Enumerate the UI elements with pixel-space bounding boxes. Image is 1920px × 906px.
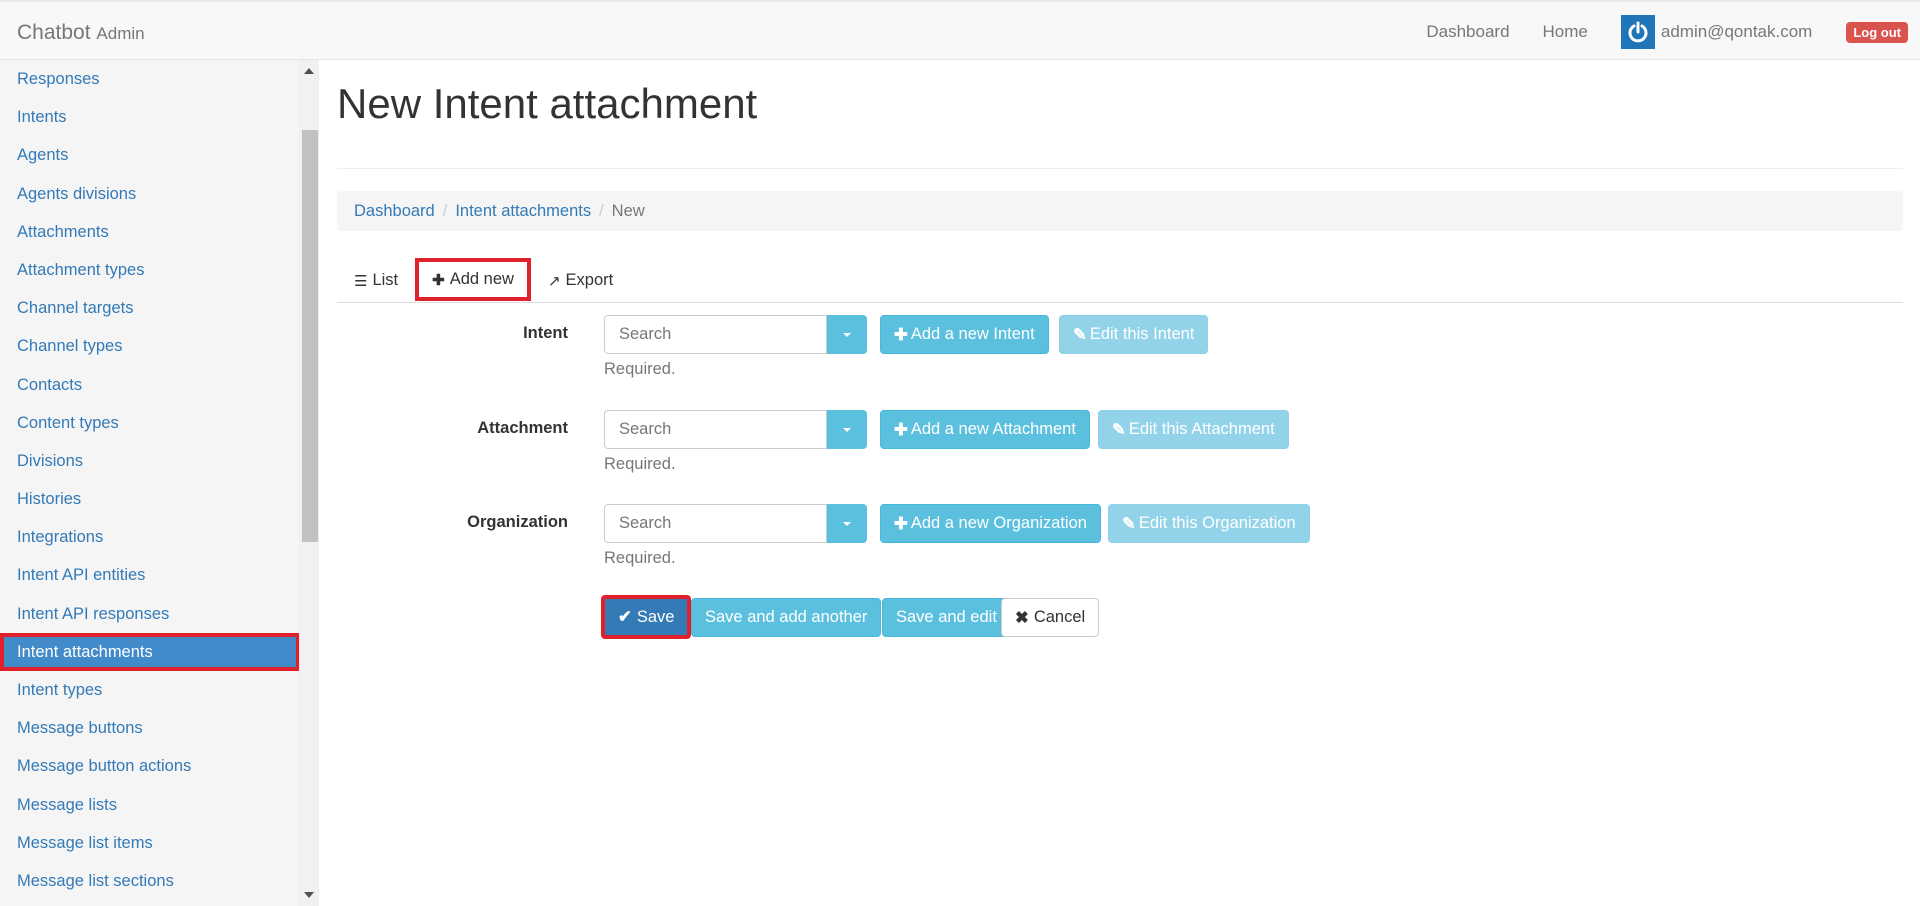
sidebar-item-message-list-sections[interactable]: Message list sections bbox=[0, 862, 299, 900]
nav-home-link[interactable]: Home bbox=[1543, 22, 1588, 42]
sidebar-scrollbar[interactable] bbox=[300, 60, 319, 906]
attachment-select[interactable]: Search bbox=[604, 410, 867, 449]
organization-label: Organization bbox=[467, 513, 568, 531]
save-and-edit-label: Save and edit bbox=[896, 608, 997, 626]
brand-suffix: Admin bbox=[96, 24, 145, 43]
brand-name: Chatbot bbox=[17, 21, 91, 44]
pencil-icon: ✎ bbox=[1112, 420, 1126, 439]
intent-select[interactable]: Search bbox=[604, 315, 867, 354]
sidebar-item-intent-api-entities[interactable]: Intent API entities bbox=[0, 556, 299, 594]
sidebar-item-attachments[interactable]: Attachments bbox=[0, 213, 299, 251]
sidebar-item-intent-api-responses[interactable]: Intent API responses bbox=[0, 595, 299, 633]
user-email: admin@qontak.com bbox=[1660, 22, 1813, 41]
sidebar-menu: Responses Intents Agents Agents divisions At… bbox=[0, 60, 299, 900]
sidebar-item-message-lists[interactable]: Message lists bbox=[0, 786, 299, 824]
caret-down-icon bbox=[843, 427, 852, 432]
intent-dropdown-button[interactable] bbox=[827, 315, 867, 354]
sidebar-item-attachment-types[interactable]: Attachment types bbox=[0, 251, 299, 289]
scroll-down-arrow-icon[interactable] bbox=[304, 892, 314, 898]
sidebar-item-channel-targets[interactable]: Channel targets bbox=[0, 289, 299, 327]
add-intent-label: Add a new Intent bbox=[910, 325, 1035, 343]
edit-attachment-label: Edit this Attachment bbox=[1128, 420, 1275, 438]
nav-right: Dashboard Home admin@qontak.com Log out bbox=[1426, 2, 1920, 62]
sidebar-item-content-types[interactable]: Content types bbox=[0, 404, 299, 442]
pencil-icon: ✎ bbox=[1122, 514, 1136, 533]
attachment-help-text: Required. bbox=[604, 455, 676, 473]
brand[interactable]: Chatbot Admin bbox=[17, 21, 145, 45]
caret-down-icon bbox=[843, 521, 852, 526]
main-content: New Intent attachment Dashboard / Intent… bbox=[337, 60, 1903, 639]
edit-organization-button[interactable]: ✎ Edit this Organization bbox=[1108, 504, 1310, 543]
cancel-label: Cancel bbox=[1033, 608, 1086, 626]
scroll-up-arrow-icon[interactable] bbox=[304, 68, 314, 74]
plus-icon: ✚ bbox=[894, 420, 908, 439]
cancel-button[interactable]: ✖ Cancel bbox=[1001, 598, 1100, 637]
sidebar-item-agents-divisions[interactable]: Agents divisions bbox=[0, 175, 299, 213]
save-and-add-another-button[interactable]: Save and add another bbox=[691, 598, 882, 637]
intent-attachment-form: Intent Search Required. ✚ Add a new Inte… bbox=[337, 60, 1903, 760]
caret-down-icon bbox=[843, 332, 852, 337]
pencil-icon: ✎ bbox=[1073, 325, 1087, 344]
save-button[interactable]: ✔ Save bbox=[601, 595, 692, 639]
attachment-label: Attachment bbox=[477, 419, 568, 437]
sidebar-item-contacts[interactable]: Contacts bbox=[0, 366, 299, 404]
add-attachment-label: Add a new Attachment bbox=[910, 420, 1076, 438]
sidebar-item-intents[interactable]: Intents bbox=[0, 98, 299, 136]
plus-icon: ✚ bbox=[894, 514, 908, 533]
save-and-add-another-label: Save and add another bbox=[705, 608, 868, 626]
organization-select[interactable]: Search bbox=[604, 504, 867, 543]
organization-help-text: Required. bbox=[604, 549, 676, 567]
sidebar-item-intent-types[interactable]: Intent types bbox=[0, 671, 299, 709]
scroll-thumb[interactable] bbox=[302, 130, 318, 542]
sidebar-item-histories[interactable]: Histories bbox=[0, 480, 299, 518]
intent-help-text: Required. bbox=[604, 360, 676, 378]
sidebar-item-intent-attachments[interactable]: Intent attachments bbox=[0, 632, 299, 671]
nav-dashboard-link[interactable]: Dashboard bbox=[1426, 22, 1509, 42]
intent-label: Intent bbox=[523, 324, 568, 342]
save-and-edit-button[interactable]: Save and edit bbox=[882, 598, 1011, 637]
user-menu[interactable]: admin@qontak.com bbox=[1620, 15, 1813, 49]
sidebar: Responses Intents Agents Agents divisions At… bbox=[0, 60, 300, 906]
sidebar-item-integrations[interactable]: Integrations bbox=[0, 518, 299, 556]
sidebar-item-channel-types[interactable]: Channel types bbox=[0, 327, 299, 365]
organization-dropdown-button[interactable] bbox=[827, 504, 867, 543]
attachment-search-input[interactable]: Search bbox=[604, 410, 828, 449]
attachment-dropdown-button[interactable] bbox=[827, 410, 867, 449]
check-icon: ✔ bbox=[618, 608, 632, 626]
edit-attachment-button[interactable]: ✎ Edit this Attachment bbox=[1098, 410, 1289, 449]
intent-search-input[interactable]: Search bbox=[604, 315, 828, 354]
edit-intent-button[interactable]: ✎ Edit this Intent bbox=[1059, 315, 1209, 354]
add-intent-button[interactable]: ✚ Add a new Intent bbox=[880, 315, 1049, 354]
top-navbar: Chatbot Admin Dashboard Home admin@qonta… bbox=[0, 0, 1920, 60]
add-organization-button[interactable]: ✚ Add a new Organization bbox=[880, 504, 1101, 543]
logout-button[interactable]: Log out bbox=[1846, 21, 1908, 43]
sidebar-item-agents[interactable]: Agents bbox=[0, 136, 299, 174]
sidebar-item-message-buttons[interactable]: Message buttons bbox=[0, 709, 299, 747]
organization-search-input[interactable]: Search bbox=[604, 504, 828, 543]
sidebar-item-message-button-actions[interactable]: Message button actions bbox=[0, 747, 299, 785]
sidebar-item-responses[interactable]: Responses bbox=[0, 60, 299, 98]
plus-icon: ✚ bbox=[894, 325, 908, 344]
avatar bbox=[1620, 15, 1655, 49]
add-organization-label: Add a new Organization bbox=[910, 514, 1087, 532]
edit-intent-label: Edit this Intent bbox=[1089, 325, 1195, 343]
save-label: Save bbox=[636, 607, 675, 626]
close-icon: ✖ bbox=[1015, 608, 1029, 627]
power-icon bbox=[1628, 21, 1648, 43]
sidebar-item-divisions[interactable]: Divisions bbox=[0, 442, 299, 480]
sidebar-item-message-list-items[interactable]: Message list items bbox=[0, 824, 299, 862]
edit-organization-label: Edit this Organization bbox=[1138, 514, 1296, 532]
add-attachment-button[interactable]: ✚ Add a new Attachment bbox=[880, 410, 1090, 449]
